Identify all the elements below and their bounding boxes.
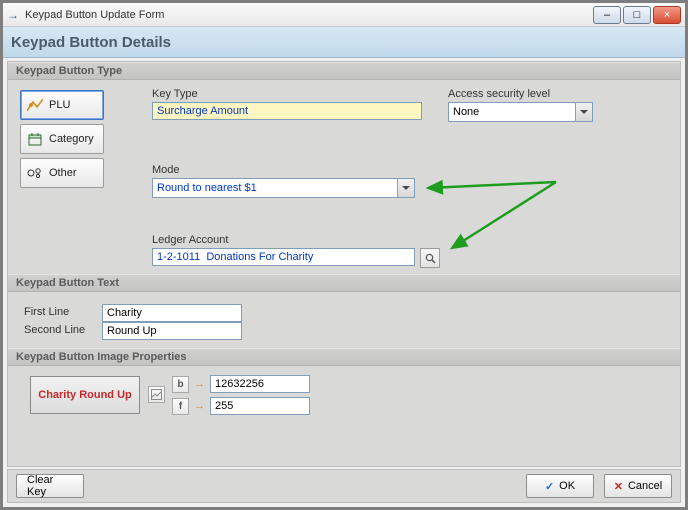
search-icon <box>425 253 436 264</box>
ok-label: OK <box>559 480 575 492</box>
ledger-input[interactable] <box>152 248 415 266</box>
arrow-icon: → <box>194 378 205 390</box>
minimize-button[interactable]: – <box>593 6 621 24</box>
x-icon: ✕ <box>614 480 623 493</box>
app-icon: → <box>7 8 19 22</box>
ok-button[interactable]: ✓ OK <box>526 474 594 498</box>
second-line-label: Second Line <box>24 324 85 336</box>
barcode-icon <box>27 97 43 113</box>
clear-key-button[interactable]: Clear Key <box>16 474 84 498</box>
access-select[interactable]: None <box>448 102 593 122</box>
b-label: b <box>177 379 183 390</box>
type-other-label: Other <box>49 167 77 179</box>
type-category-label: Category <box>49 133 94 145</box>
gear-cluster-icon <box>27 165 43 181</box>
type-plu-label: PLU <box>49 99 70 111</box>
close-button[interactable]: × <box>653 6 681 24</box>
key-type-input[interactable] <box>152 102 422 120</box>
clear-key-label: Clear Key <box>27 474 73 498</box>
header-title: Keypad Button Details <box>11 34 171 51</box>
key-type-label: Key Type <box>152 88 198 100</box>
group-type-title: Keypad Button Type <box>8 62 680 80</box>
first-line-label: First Line <box>24 306 69 318</box>
maximize-icon: □ <box>634 9 641 21</box>
preview-button[interactable]: Charity Round Up <box>30 376 140 414</box>
mode-select[interactable]: Round to nearest $1 <box>152 178 415 198</box>
f-label: f <box>179 401 182 412</box>
window-title: Keypad Button Update Form <box>25 9 591 21</box>
b-value-input[interactable] <box>210 375 310 393</box>
image-picker-button[interactable] <box>148 386 165 403</box>
title-bar: → Keypad Button Update Form – □ × <box>3 3 685 27</box>
arrow-icon: → <box>194 400 205 412</box>
group-image-title: Keypad Button Image Properties <box>8 348 680 366</box>
first-line-input[interactable] <box>102 304 242 322</box>
access-label: Access security level <box>448 88 550 100</box>
check-icon: ✓ <box>545 480 554 493</box>
f-value-input[interactable] <box>210 397 310 415</box>
ledger-label: Ledger Account <box>152 234 228 246</box>
type-plu-button[interactable]: PLU <box>20 90 104 120</box>
mode-label: Mode <box>152 164 180 176</box>
group-text-title: Keypad Button Text <box>8 274 680 292</box>
b-color-button[interactable]: b <box>172 376 189 393</box>
type-other-button[interactable]: Other <box>20 158 104 188</box>
minimize-icon: – <box>604 9 610 21</box>
calendar-icon <box>27 131 43 147</box>
preview-text: Charity Round Up <box>38 389 132 401</box>
chevron-down-icon <box>575 103 592 121</box>
ledger-search-button[interactable] <box>420 248 440 268</box>
chevron-down-icon <box>397 179 414 197</box>
maximize-button[interactable]: □ <box>623 6 651 24</box>
type-category-button[interactable]: Category <box>20 124 104 154</box>
image-icon <box>151 389 162 400</box>
cancel-button[interactable]: ✕ Cancel <box>604 474 672 498</box>
close-icon: × <box>664 9 670 21</box>
header: Keypad Button Details <box>3 27 685 58</box>
mode-value: Round to nearest $1 <box>153 179 397 197</box>
cancel-label: Cancel <box>628 480 662 492</box>
second-line-input[interactable] <box>102 322 242 340</box>
access-value: None <box>449 103 575 121</box>
f-color-button[interactable]: f <box>172 398 189 415</box>
